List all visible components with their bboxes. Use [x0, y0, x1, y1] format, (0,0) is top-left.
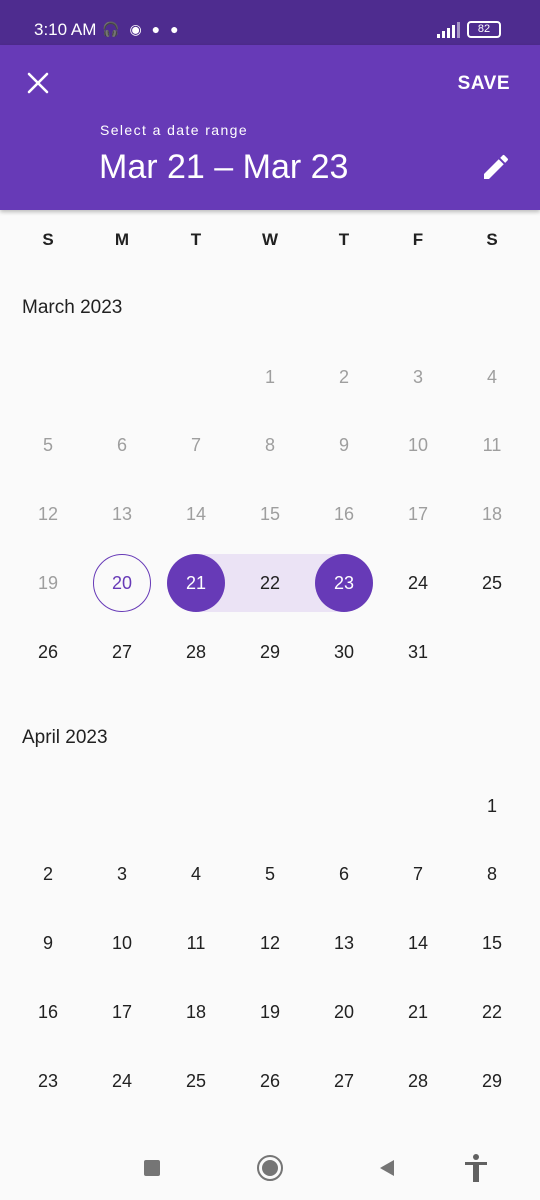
calendar-day[interactable]: 19 [241, 983, 299, 1041]
calendar-day[interactable]: 24 [389, 554, 447, 612]
calendar-day[interactable]: 22 [241, 554, 299, 612]
signal-icon [437, 22, 460, 38]
calendar-day[interactable]: 20 [315, 983, 373, 1041]
calendar-day[interactable]: 4 [167, 846, 225, 904]
weekday-label: T [338, 230, 350, 249]
calendar-day[interactable]: 9 [19, 915, 77, 973]
calendar-day-selected[interactable]: 21 [167, 554, 225, 613]
weekday-label: M [114, 230, 130, 249]
accessibility-icon [465, 1154, 487, 1182]
month-title: April 2023 [22, 727, 108, 748]
calendar-day: 16 [333, 504, 355, 524]
calendar-day[interactable]: 16 [19, 983, 77, 1041]
record-icon: ◉ [129, 21, 142, 37]
save-button[interactable]: SAVE [458, 73, 510, 95]
battery-icon: 82 [467, 21, 501, 38]
weekday-label: S [486, 230, 498, 249]
calendar-day: 12 [37, 504, 59, 524]
calendar-day-selected[interactable]: 23 [315, 554, 373, 613]
notification-icons: 🎧 ◉ ● ● [102, 19, 179, 39]
calendar-day: 6 [116, 435, 127, 456]
weekday-label: W [261, 230, 279, 249]
app-icon: ● [170, 21, 179, 37]
weekday-label: T [190, 230, 202, 249]
calendar-day[interactable]: 3 [93, 846, 151, 904]
calendar-day[interactable]: 27 [315, 1052, 373, 1110]
calendar-day: 2 [338, 366, 349, 387]
calendar-day[interactable]: 23 [19, 1052, 77, 1110]
calendar-day[interactable]: 15 [463, 915, 521, 973]
calendar-day[interactable]: 13 [315, 915, 373, 973]
calendar-day[interactable]: 31 [389, 623, 447, 681]
calendar-day: 14 [185, 504, 207, 524]
calendar-day[interactable]: 25 [463, 554, 521, 612]
calendar-day[interactable]: 28 [167, 623, 225, 681]
calendar-day[interactable]: 2 [19, 846, 77, 904]
calendar-day[interactable]: 22 [463, 983, 521, 1041]
calendar-day[interactable]: 11 [167, 915, 225, 973]
calendar-day-today[interactable]: 20 [93, 554, 151, 613]
close-icon [27, 72, 49, 94]
home-button[interactable] [255, 1153, 285, 1183]
calendar-day[interactable]: 28 [389, 1052, 447, 1110]
calendar-day[interactable]: 6 [315, 846, 373, 904]
edit-button[interactable] [480, 151, 512, 183]
calendar-day: 3 [412, 366, 423, 387]
back-button[interactable] [372, 1153, 402, 1183]
close-button[interactable] [20, 65, 56, 101]
calendar-day: 9 [338, 435, 349, 456]
calendar-day[interactable]: 30 [315, 623, 373, 681]
calendar-day[interactable]: 17 [93, 983, 151, 1041]
calendar-day: 5 [42, 435, 53, 456]
app-icon: ● [151, 21, 161, 37]
weekday-header: S M T W T F S [0, 222, 540, 258]
selected-range: Mar 21 – Mar 23 [99, 148, 349, 186]
calendar-day[interactable]: 29 [463, 1052, 521, 1110]
calendar-day[interactable]: 10 [93, 915, 151, 973]
calendar-day: 11 [482, 435, 502, 456]
status-time: 3:10 AM [34, 20, 97, 39]
calendar-day[interactable]: 5 [241, 846, 299, 904]
back-triangle-icon [380, 1160, 394, 1176]
calendar-day[interactable]: 26 [241, 1052, 299, 1110]
square-icon [144, 1160, 160, 1176]
calendar-day: 10 [407, 435, 429, 456]
calendar-day[interactable]: 27 [93, 623, 151, 681]
calendar-day[interactable]: 26 [19, 623, 77, 681]
calendar-day: 17 [407, 504, 429, 524]
weekday-label: F [412, 230, 424, 249]
calendar-day[interactable]: 21 [389, 983, 447, 1041]
calendar-day: 13 [111, 504, 133, 524]
calendar-day[interactable]: 8 [463, 846, 521, 904]
month-title: March 2023 [22, 297, 123, 318]
calendar-day: 4 [486, 366, 497, 387]
calendar-day: 8 [264, 435, 275, 456]
calendar-day[interactable]: 25 [167, 1052, 225, 1110]
status-bar: 3:10 AM 🎧 ◉ ● ● 82 [0, 0, 540, 45]
home-circle-icon [257, 1155, 283, 1181]
calendar-day: 18 [481, 504, 503, 524]
calendar-day: 15 [259, 504, 281, 524]
pencil-icon [484, 154, 509, 179]
calendar-day[interactable]: 29 [241, 623, 299, 681]
calendar-day[interactable]: 14 [389, 915, 447, 973]
calendar-day[interactable]: 24 [93, 1052, 151, 1110]
calendar-day: 1 [264, 366, 275, 387]
calendar-day[interactable]: 1 [463, 777, 521, 835]
weekday-label: S [42, 230, 54, 249]
calendar-day[interactable]: 18 [167, 983, 225, 1041]
calendar-day[interactable]: 7 [389, 846, 447, 904]
range-caption: Select a date range [100, 122, 249, 138]
calendar-day[interactable]: 12 [241, 915, 299, 973]
accessibility-button[interactable] [461, 1153, 491, 1183]
date-range-header: SAVE Select a date range Mar 21 – Mar 23 [0, 45, 540, 210]
headphones-icon: 🎧 [102, 21, 120, 37]
recents-button[interactable] [137, 1153, 167, 1183]
calendar-day: 19 [37, 572, 59, 593]
calendar-day: 7 [190, 435, 201, 456]
